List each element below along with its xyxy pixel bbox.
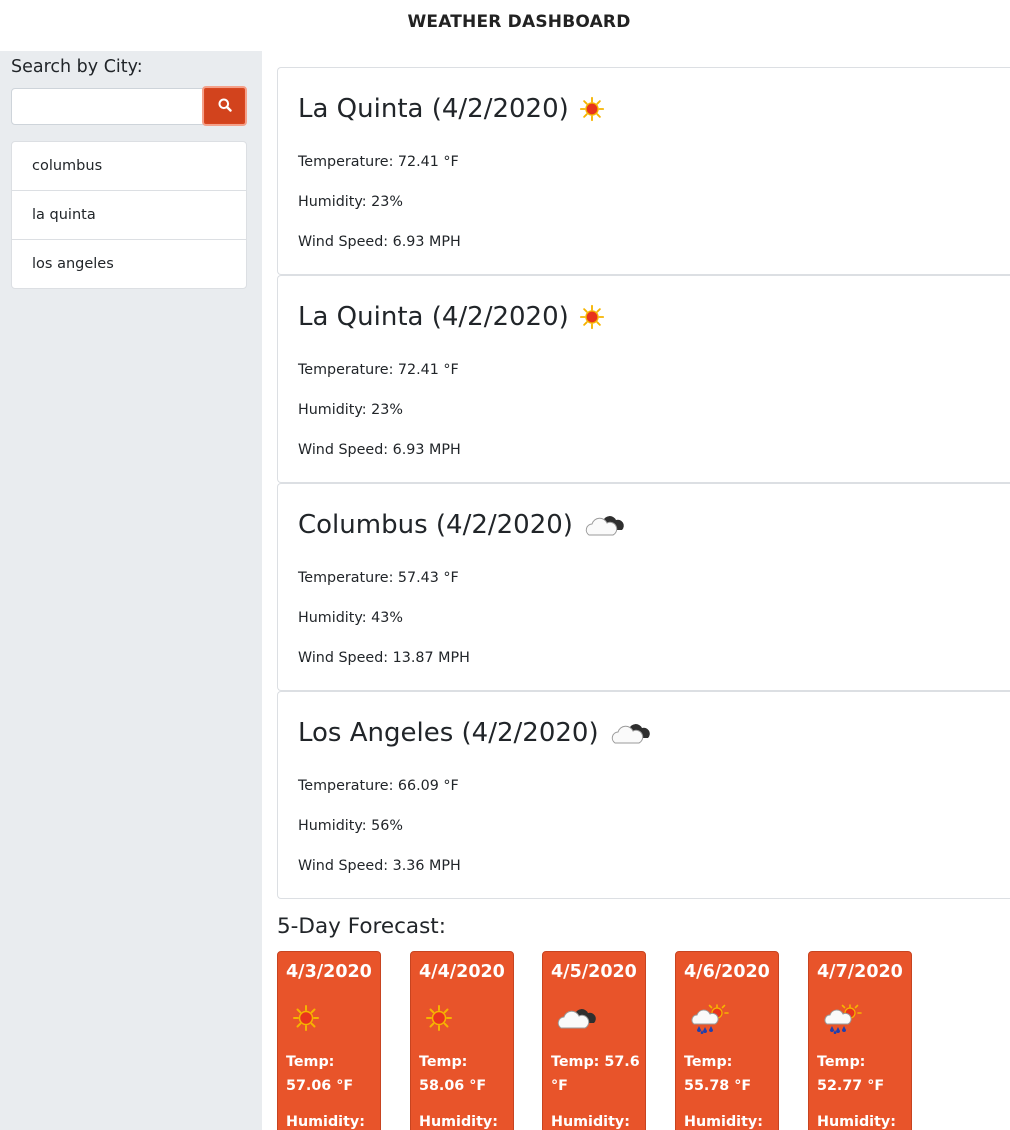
forecast-card: 4/6/2020 Temp: 55.78 °F Humidity: xyxy=(675,951,779,1130)
humidity-text: Humidity: 23% xyxy=(298,194,403,210)
forecast-card: 4/7/2020 Temp: 52.77 °F Humidity: xyxy=(808,951,912,1130)
history-item-los-angeles[interactable]: los angeles xyxy=(12,240,246,288)
rain-sun-icon xyxy=(690,1004,730,1038)
city-title: La Quinta (4/2/2020) xyxy=(298,94,569,124)
city-title: Los Angeles (4/2/2020) xyxy=(298,718,599,748)
forecast-temp: Temp: 58.06 °F xyxy=(419,1054,487,1094)
search-icon xyxy=(218,98,232,115)
forecast-date: 4/6/2020 xyxy=(684,962,770,982)
forecast-temp: Temp: 52.77 °F xyxy=(817,1054,885,1094)
temperature-text: Temperature: 66.09 °F xyxy=(298,778,459,794)
forecast-temp: Temp: 57.6 °F xyxy=(551,1054,640,1094)
forecast-date: 4/7/2020 xyxy=(817,962,903,982)
history-item-la-quinta[interactable]: la quinta xyxy=(12,191,246,240)
forecast-card: 4/4/2020 Temp: 58.06 °F Humidity: xyxy=(410,951,514,1130)
sun-icon xyxy=(579,304,605,330)
cloud-icon xyxy=(609,719,653,747)
forecast-humidity: Humidity: xyxy=(817,1114,896,1130)
current-weather-card: La Quinta (4/2/2020) Temperature: 72.41 … xyxy=(277,67,1010,275)
forecast-date: 4/5/2020 xyxy=(551,962,637,982)
forecast-card: 4/3/2020 Temp: 57.06 °F Humidity: xyxy=(277,951,381,1130)
sun-icon xyxy=(292,1004,320,1036)
current-weather-list: La Quinta (4/2/2020) Temperature: 72.41 … xyxy=(277,67,1010,899)
wind-speed-text: Wind Speed: 6.93 MPH xyxy=(298,442,461,458)
humidity-text: Humidity: 56% xyxy=(298,818,403,834)
forecast-date: 4/3/2020 xyxy=(286,962,372,982)
sun-icon xyxy=(425,1004,453,1036)
forecast-row: 4/3/2020 Temp: 57.06 °F Humidity: 4/4/20… xyxy=(277,951,1010,1130)
forecast-humidity: Humidity: xyxy=(551,1114,630,1130)
city-search-input[interactable] xyxy=(11,88,204,125)
wind-speed-text: Wind Speed: 3.36 MPH xyxy=(298,858,461,874)
sun-icon xyxy=(579,96,605,122)
current-weather-card: Columbus (4/2/2020) Temperature: 57.43 °… xyxy=(277,483,1010,691)
city-title: La Quinta (4/2/2020) xyxy=(298,302,569,332)
current-weather-card: La Quinta (4/2/2020) Temperature: 72.41 … xyxy=(277,275,1010,483)
forecast-date: 4/4/2020 xyxy=(419,962,505,982)
temperature-text: Temperature: 72.41 °F xyxy=(298,154,459,170)
wind-speed-text: Wind Speed: 6.93 MPH xyxy=(298,234,461,250)
forecast-humidity: Humidity: xyxy=(286,1114,365,1130)
forecast-temp: Temp: 55.78 °F xyxy=(684,1054,752,1094)
forecast-humidity: Humidity: xyxy=(684,1114,763,1130)
current-weather-card: Los Angeles (4/2/2020) Temperature: 66.0… xyxy=(277,691,1010,899)
app-title: WEATHER DASHBOARD xyxy=(407,12,631,32)
temperature-text: Temperature: 72.41 °F xyxy=(298,362,459,378)
temperature-text: Temperature: 57.43 °F xyxy=(298,570,459,586)
humidity-text: Humidity: 43% xyxy=(298,610,403,626)
forecast-title: 5-Day Forecast: xyxy=(277,914,446,939)
cloud-icon xyxy=(555,1004,599,1036)
rain-sun-icon xyxy=(823,1004,863,1038)
humidity-text: Humidity: 23% xyxy=(298,402,403,418)
search-button[interactable] xyxy=(202,86,247,126)
search-label: Search by City: xyxy=(11,57,143,77)
history-item-columbus[interactable]: columbus xyxy=(12,142,246,191)
forecast-humidity: Humidity: xyxy=(419,1114,498,1130)
search-history-list: columbus la quinta los angeles xyxy=(11,141,247,289)
city-title: Columbus (4/2/2020) xyxy=(298,510,573,540)
wind-speed-text: Wind Speed: 13.87 MPH xyxy=(298,650,470,666)
cloud-icon xyxy=(583,511,627,539)
forecast-temp: Temp: 57.06 °F xyxy=(286,1054,354,1094)
forecast-card: 4/5/2020 Temp: 57.6 °F Humidity: xyxy=(542,951,646,1130)
